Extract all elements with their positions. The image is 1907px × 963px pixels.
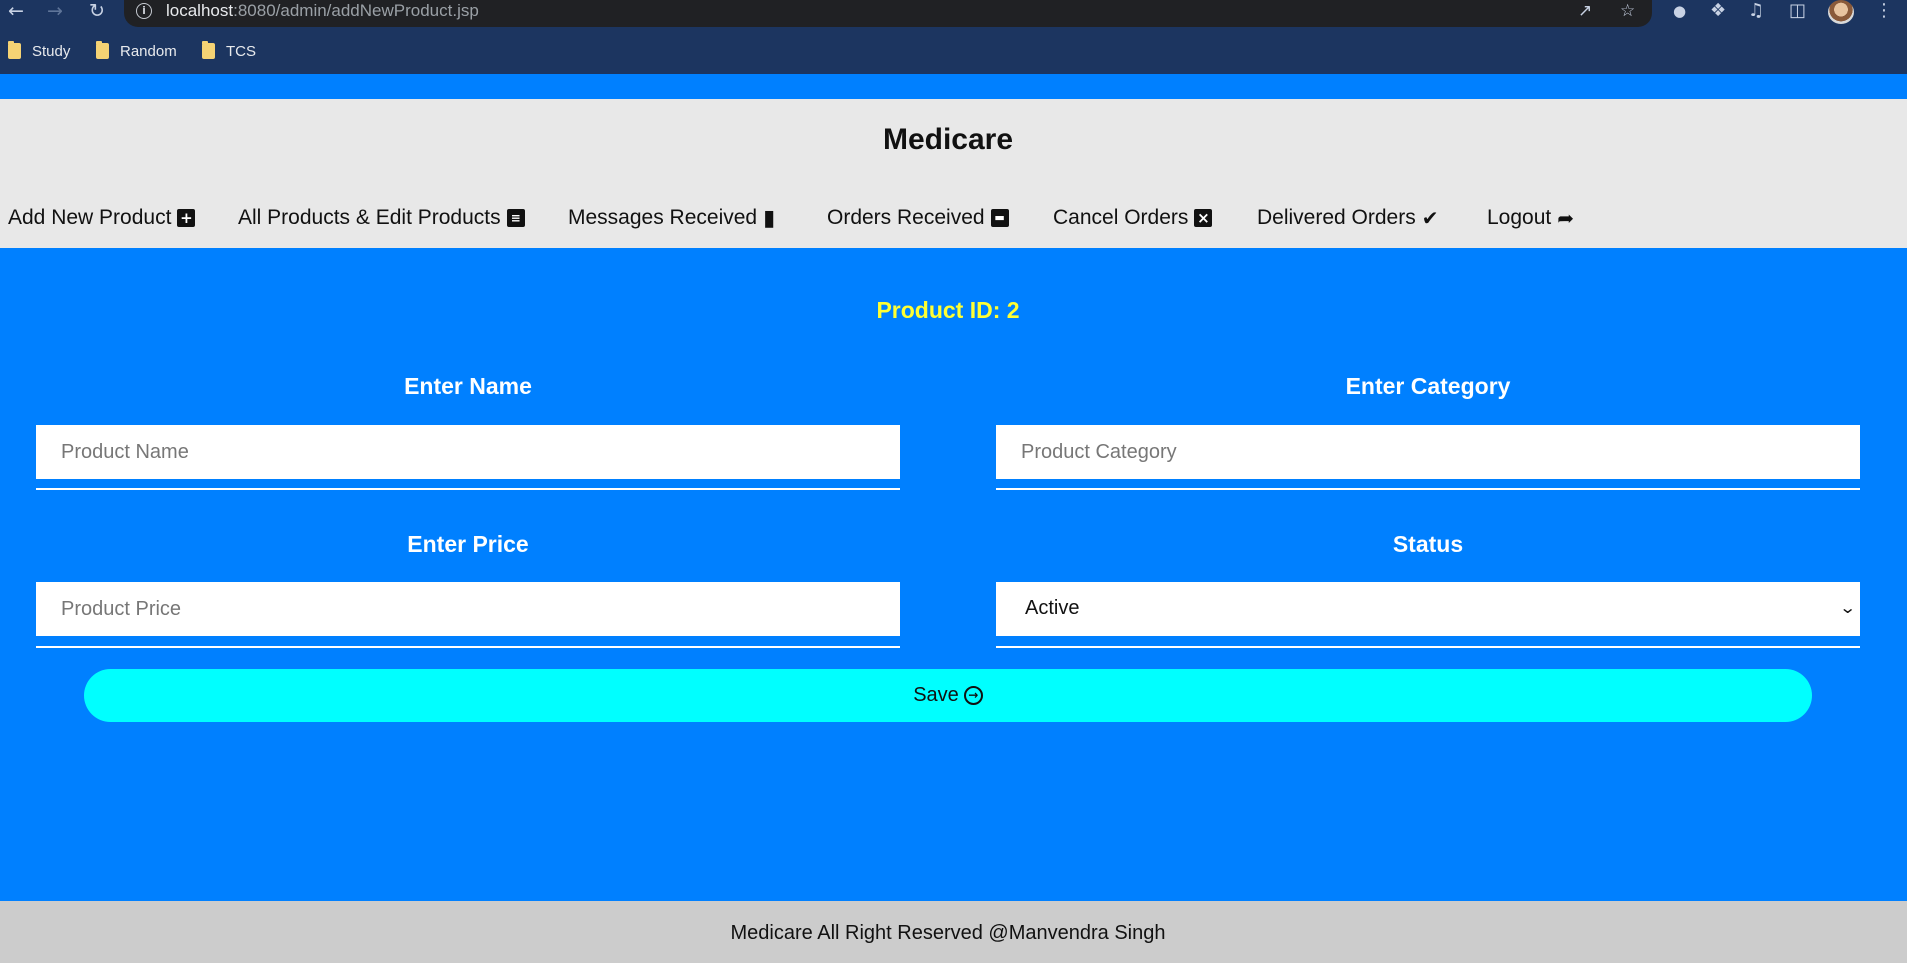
folder-icon (202, 41, 215, 59)
media-icon[interactable]: ♫ (1748, 0, 1764, 21)
share-square-icon: ➦ (1557, 206, 1574, 230)
comment-icon: ▮ (763, 205, 776, 231)
browser-toolbar: ← → ↻ i localhost:8080/admin/addNewProdu… (0, 0, 1907, 28)
avatar[interactable] (1828, 0, 1854, 24)
plus-square-icon: + (177, 209, 196, 227)
nav-label: Add New Product (8, 206, 172, 229)
archive-icon: ▬ (990, 209, 1009, 227)
divider (36, 646, 900, 648)
product-price-input[interactable] (36, 582, 900, 636)
folder-icon (96, 41, 109, 59)
save-label: Save (913, 684, 959, 706)
nav-label: Logout (1487, 206, 1552, 229)
nav-delivered-orders[interactable]: Delivered Orders ✔ (1257, 203, 1439, 233)
product-name-input[interactable] (36, 425, 900, 479)
product-category-input[interactable] (996, 425, 1860, 479)
status-value: Active (1025, 597, 1080, 619)
share-icon[interactable]: ↗ (1578, 1, 1592, 21)
nav-orders-received[interactable]: Orders Received ▬ (827, 203, 1009, 233)
sidebar-icon[interactable]: ◫ (1789, 0, 1806, 21)
puzzle-icon[interactable]: ❖ (1710, 0, 1726, 21)
site-title: Medicare (882, 123, 1014, 156)
footer-text: Medicare All Right Reserved @Manvendra S… (730, 922, 1166, 944)
nav-messages-received[interactable]: Messages Received ▮ (568, 203, 775, 233)
name-label: Enter Name (404, 373, 532, 399)
folder-icon (8, 41, 21, 59)
top-band (0, 74, 1907, 99)
nav-add-new-product[interactable]: Add New Product + (8, 203, 196, 233)
nav-all-products[interactable]: All Products & Edit Products ≡ (238, 203, 525, 233)
divider (996, 488, 1860, 490)
bookmark-label: TCS (226, 42, 256, 60)
info-icon[interactable]: i (136, 3, 152, 19)
more-icon[interactable]: ⋮ (1875, 0, 1893, 21)
bookmark-random[interactable]: Random (96, 38, 177, 64)
nav-logout[interactable]: Logout ➦ (1487, 203, 1574, 233)
arrow-circle-right-icon: → (963, 686, 983, 705)
bookmark-label: Study (32, 42, 71, 60)
url-text[interactable]: localhost:8080/admin/addNewProduct.jsp (166, 1, 479, 21)
browser-chrome: ← → ↻ i localhost:8080/admin/addNewProdu… (0, 0, 1907, 74)
extension-icon[interactable]: ● (1673, 2, 1686, 20)
bookmark-tcs[interactable]: TCS (202, 38, 256, 64)
url-host: localhost (166, 1, 234, 20)
nav-label: Cancel Orders (1053, 206, 1189, 229)
forward-arrow-icon[interactable]: → (41, 0, 69, 24)
star-icon[interactable]: ☆ (1620, 1, 1635, 21)
address-bar[interactable]: i localhost:8080/admin/addNewProduct.jsp… (124, 0, 1652, 27)
dolly-icon: ✔ (1421, 206, 1439, 230)
status-label: Status (1392, 531, 1464, 557)
bookmark-study[interactable]: Study (8, 38, 70, 64)
list-icon: ≡ (506, 209, 525, 227)
bookmark-label: Random (120, 42, 177, 60)
divider (36, 488, 900, 490)
url-path: :8080/admin/addNewProduct.jsp (233, 1, 479, 20)
price-label: Enter Price (407, 531, 529, 557)
site-footer: Medicare All Right Reserved @Manvendra S… (0, 901, 1907, 963)
nav-label: Messages Received (568, 206, 758, 229)
product-form: Product ID: 2 Enter Name Enter Category … (0, 248, 1907, 901)
nav-label: All Products & Edit Products (238, 206, 501, 229)
main-nav: Add New Product + All Products & Edit Pr… (0, 203, 1907, 233)
site-header: Medicare Add New Product + All Products … (0, 99, 1907, 248)
back-arrow-icon[interactable]: ← (2, 0, 30, 24)
bookmarks-bar: Study Random TCS (0, 38, 1907, 64)
nav-cancel-orders[interactable]: Cancel Orders × (1053, 203, 1213, 233)
nav-label: Orders Received (827, 206, 985, 229)
divider (996, 646, 1860, 648)
save-button[interactable]: Save → (84, 669, 1812, 722)
nav-label: Delivered Orders (1257, 206, 1416, 229)
status-select[interactable]: Active ⌄ (996, 582, 1860, 636)
times-square-icon: × (1194, 209, 1213, 227)
reload-icon[interactable]: ↻ (83, 0, 111, 24)
product-id: Product ID: 2 (876, 297, 1020, 323)
chevron-down-icon: ⌄ (1838, 598, 1857, 617)
category-label: Enter Category (1345, 373, 1511, 399)
